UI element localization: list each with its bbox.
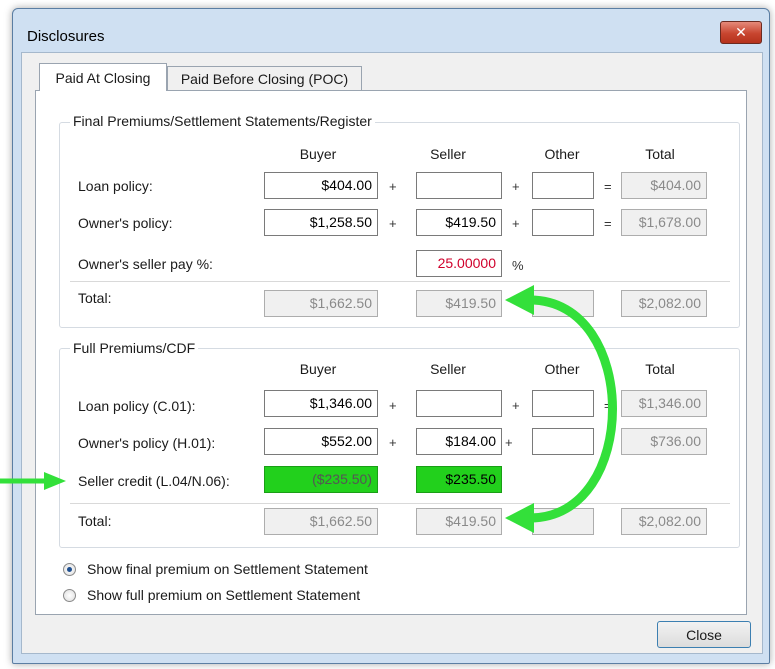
annotation-arrows bbox=[0, 285, 617, 533]
lower-arrowhead-icon bbox=[505, 503, 534, 533]
left-pointer-arrow bbox=[0, 472, 66, 490]
curved-double-arrow bbox=[525, 295, 617, 523]
upper-arrowhead-icon bbox=[505, 285, 534, 315]
tab-paid-at-closing[interactable]: Paid At Closing bbox=[39, 63, 167, 91]
